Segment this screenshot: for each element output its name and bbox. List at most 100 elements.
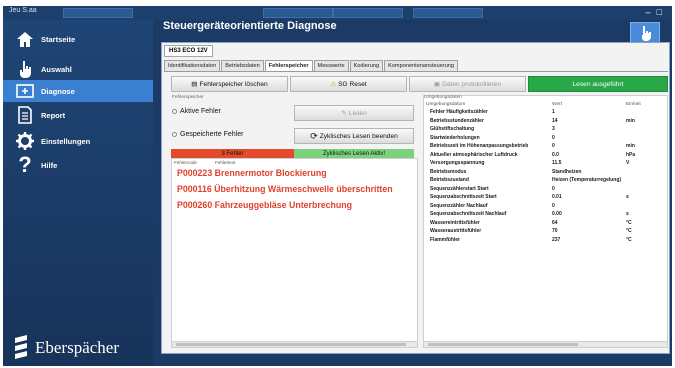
hand-pointer-icon — [15, 59, 35, 79]
env-value: 0.00 — [552, 211, 562, 217]
fault-list-item[interactable]: P000223 Brennermotor Blockierung — [177, 168, 327, 178]
table-row: Betriebsstundenzähler 14 min — [430, 118, 666, 126]
env-name: Betriebszustand — [430, 177, 469, 183]
sidebar-item-label: Einstellungen — [41, 136, 91, 146]
app-name: Jeu S.aa — [9, 7, 37, 14]
read-label: Lesen — [348, 109, 367, 117]
env-value: 3 — [552, 126, 555, 132]
env-unit: hPa — [626, 151, 636, 158]
clear-fault-memory-label: Fehlerspeicher löschen — [199, 80, 268, 88]
read-status-button[interactable]: Lesen ausgeführt — [528, 76, 668, 92]
env-value: 0.0 — [552, 151, 559, 158]
taskbar-tab[interactable] — [63, 8, 133, 18]
document-icon — [15, 105, 35, 125]
log-data-label: Daten protokollieren — [442, 80, 502, 88]
env-name: Sequenzzählerstart Start — [430, 185, 489, 192]
sg-reset-label: SG Reset — [338, 80, 367, 88]
content-panel: HS3 ECO 12V Identifikationsdaten Betrieb… — [161, 42, 670, 354]
env-value: 0 — [552, 202, 555, 209]
radio-dot — [172, 132, 177, 137]
scrollbar-thumb[interactable] — [428, 343, 578, 346]
sidebar-item-auswahl[interactable]: Auswahl — [3, 58, 153, 80]
maximize-icon[interactable]: □ — [657, 7, 662, 17]
logo-text: Eberspächer — [35, 338, 120, 357]
env-value: Heizen (Temperaturregelung) — [552, 177, 622, 183]
scrollbar-thumb[interactable] — [176, 343, 406, 346]
table-row: Versorgungsspannung 11.5 V — [430, 160, 666, 168]
environment-data-panel: Umgebungsdatum Wert Einheit Fehler Häufi… — [423, 95, 668, 348]
gear-icon — [15, 131, 35, 151]
env-value: 70 — [552, 228, 558, 234]
hand-button[interactable] — [630, 22, 660, 44]
env-name: Sequenzzähler Nachlauf — [430, 202, 488, 209]
title-bar: Jeu S.aa – □ — [3, 6, 672, 20]
stop-cyclic-read-button[interactable]: ⟳ Zyklisches Lesen beenden — [294, 128, 414, 144]
name-column-header: Umgebungsdatum — [426, 102, 466, 107]
env-name: Betriebsmodus — [430, 168, 467, 175]
taskbar-tab[interactable] — [333, 8, 403, 18]
env-value: 0 — [552, 134, 555, 141]
fault-group-label: Fehlerspeicher — [172, 95, 204, 100]
taskbar-tab[interactable] — [413, 8, 483, 18]
value-column-header: Wert — [552, 102, 563, 107]
read-button[interactable]: ✎ Lesen — [294, 105, 414, 121]
env-value: 1 — [552, 109, 555, 115]
stop-cyclic-read-label: Zyklisches Lesen beenden — [319, 132, 398, 140]
sidebar-item-diagnose[interactable]: Diagnose — [3, 80, 153, 102]
fault-list: Fehlercode Fehlertext P000223 Brennermot… — [171, 158, 418, 348]
unit-column-header: Einheit — [626, 102, 641, 107]
table-row: Betriebszustand Heizen (Temperaturregelun… — [430, 177, 666, 185]
env-name: Startwiederholungen — [430, 134, 480, 141]
env-unit: s — [626, 211, 629, 217]
env-name: Wassereintrittsfühler — [430, 219, 480, 226]
sidebar-item-hilfe[interactable]: ? Hilfe — [3, 154, 153, 176]
sidebar-item-einstellungen[interactable]: Einstellungen — [3, 130, 153, 152]
device-tab[interactable]: HS3 ECO 12V — [164, 45, 213, 57]
env-name: Betriebsstundenzähler — [430, 117, 484, 124]
log-data-button[interactable]: ▣ Daten protokollieren — [409, 76, 526, 92]
hand-pointer-icon — [642, 26, 651, 41]
environment-scrollbar[interactable] — [424, 341, 667, 347]
env-unit: °C — [626, 236, 632, 243]
table-row: Glühstiftschaltung 3 — [430, 126, 666, 134]
eberspaecher-logo-icon — [15, 335, 27, 359]
home-icon — [15, 29, 35, 49]
fault-list-item[interactable]: P000116 Überhitzung Wärmeschwelle übersc… — [177, 184, 393, 194]
table-row: Fehler Häufigkeitszähler 1 — [430, 109, 666, 117]
clear-fault-memory-button[interactable]: ▤ Fehlerspeicher löschen — [171, 76, 288, 92]
tab-divider — [164, 71, 668, 72]
env-unit: °C — [626, 228, 632, 234]
env-name: Aktueller atmosphärischer Luftdruck — [430, 151, 518, 158]
sidebar-item-label: Diagnose — [41, 86, 75, 96]
env-value: 0.01 — [552, 194, 562, 200]
env-value: 11.5 — [552, 160, 562, 166]
sg-reset-button[interactable]: ⚠ SG Reset — [290, 76, 407, 92]
env-value: 0 — [552, 143, 555, 149]
env-unit: s — [626, 194, 629, 200]
env-value: 64 — [552, 219, 558, 226]
fault-count-badge: 3 Fehler — [171, 149, 294, 158]
taskbar-tab[interactable] — [263, 8, 333, 18]
sidebar-item-startseite[interactable]: Startseite — [3, 28, 153, 50]
active-faults-radio[interactable]: Aktive Fehler — [172, 108, 221, 115]
window-controls: – □ — [646, 7, 662, 17]
fault-list-item[interactable]: P000260 Fahrzeuggebläse Unterbrechung — [177, 200, 352, 210]
fault-list-scrollbar[interactable] — [172, 341, 417, 347]
table-row: Sequenzabschnittszeit Start 0.01 s — [430, 194, 666, 202]
minimize-icon[interactable]: – — [646, 7, 651, 17]
clear-icon: ▤ — [191, 81, 198, 88]
env-name: Flammfühler — [430, 236, 461, 243]
table-row: Wassereintrittsfühler 64 °C — [430, 220, 666, 228]
table-row: Betriebszeit im Höhenanpassungsbetrieb 0 m… — [430, 143, 666, 151]
table-row: Startwiederholungen 0 — [430, 135, 666, 143]
env-name: Glühstiftschaltung — [430, 126, 475, 132]
env-name: Betriebszeit im Höhenanpassungsbetrieb — [430, 143, 529, 149]
radio-dot — [172, 109, 177, 114]
table-row: Wasseraustrittsfühler 70 °C — [430, 228, 666, 236]
table-row: Betriebsmodus Standheizen — [430, 169, 666, 177]
fault-text-column-header: Fehlertext — [214, 160, 236, 165]
sidebar-item-report[interactable]: Report — [3, 104, 153, 126]
stored-faults-radio[interactable]: Gespeicherte Fehler — [172, 131, 243, 138]
page-title: Steuergeräteorientierte Diagnose — [163, 20, 337, 32]
cyclic-read-status-badge: Zyklisches Lesen Aktiv! — [294, 149, 414, 158]
